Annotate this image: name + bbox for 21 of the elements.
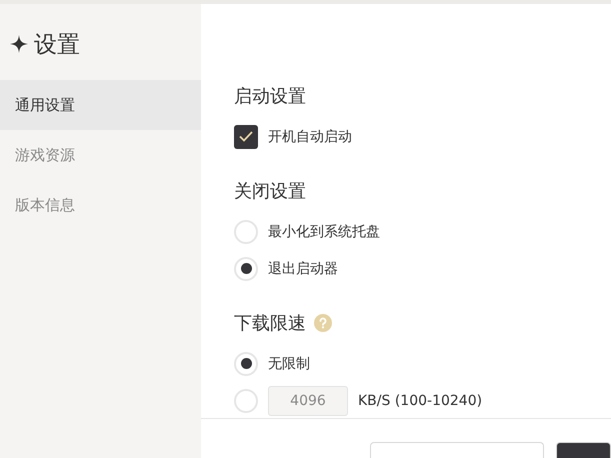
radio-label: 退出启动器 xyxy=(268,260,338,278)
sidebar-title: 设置 xyxy=(34,30,80,60)
radio-label: 无限制 xyxy=(268,354,310,372)
radio-label: KB/S (100-10240) xyxy=(358,392,482,408)
section-title: 启动设置 xyxy=(234,85,306,108)
radio-button[interactable] xyxy=(234,256,258,280)
radio-label: 最小化到系统托盘 xyxy=(268,222,380,240)
speed-input[interactable]: 4096 xyxy=(268,386,348,416)
checkbox[interactable] xyxy=(234,124,258,148)
check-icon xyxy=(239,131,253,142)
section-title: 下载限速 xyxy=(234,312,306,335)
radio-button[interactable] xyxy=(234,388,258,412)
sparkle-icon xyxy=(10,35,28,53)
radio-button[interactable] xyxy=(234,220,258,244)
primary-button[interactable] xyxy=(556,442,611,458)
section-title: 关闭设置 xyxy=(234,180,306,203)
sidebar-item[interactable]: 通用设置 xyxy=(0,80,201,130)
checkbox-label: 开机自动启动 xyxy=(268,128,352,146)
sidebar-item[interactable]: 版本信息 xyxy=(0,180,201,230)
radio-button[interactable] xyxy=(234,352,258,376)
sidebar-item[interactable]: 游戏资源 xyxy=(0,130,201,180)
